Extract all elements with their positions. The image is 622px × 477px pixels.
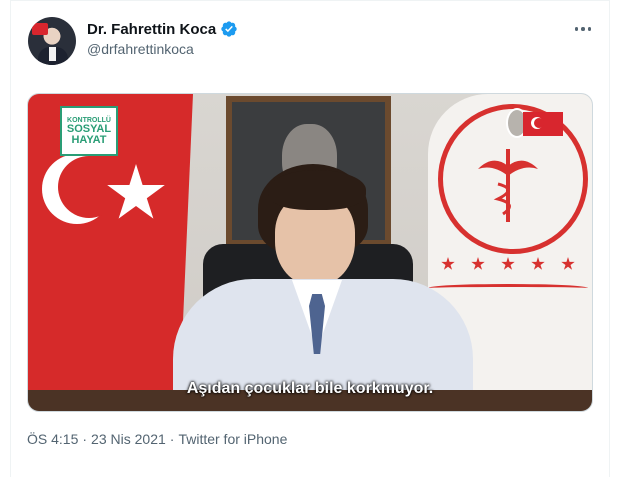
seal-wave bbox=[428, 284, 588, 292]
tweet-card: Dr. Fahrettin Koca @drfahrettinkoca KONT… bbox=[10, 0, 610, 477]
logo-line-3: HAYAT bbox=[71, 133, 107, 146]
meta-separator: · bbox=[169, 431, 175, 447]
seal-star bbox=[531, 257, 545, 270]
mini-turkish-flag bbox=[523, 112, 563, 136]
video-subtitle: Aşıdan çocuklar bile korkmuyor. bbox=[186, 380, 434, 397]
tweet-date[interactable]: 23 Nis 2021 bbox=[91, 431, 166, 447]
kontrollu-sosyal-hayat-logo: KONTROLLÜ SOSYAL HAYAT bbox=[60, 106, 118, 156]
author-name[interactable]: Dr. Fahrettin Koca bbox=[87, 21, 216, 38]
seal-stars bbox=[433, 249, 583, 279]
meta-separator: · bbox=[82, 431, 88, 447]
more-dot bbox=[587, 27, 592, 31]
seal-star bbox=[441, 257, 455, 270]
author-handle[interactable]: @drfahrettinkoca bbox=[87, 41, 194, 57]
more-dot bbox=[581, 27, 585, 31]
seal-star bbox=[561, 257, 575, 270]
author-avatar[interactable] bbox=[28, 17, 76, 65]
avatar-shirt bbox=[49, 47, 56, 61]
verified-badge-icon bbox=[221, 21, 237, 37]
tweet-source[interactable]: Twitter for iPhone bbox=[178, 431, 287, 447]
boy-fringe bbox=[268, 170, 366, 210]
more-dot bbox=[574, 27, 579, 31]
more-horizontal-icon[interactable] bbox=[571, 19, 595, 39]
avatar-flag bbox=[32, 23, 48, 35]
seal-star bbox=[471, 257, 485, 270]
tweet-time[interactable]: ÖS 4:15 bbox=[27, 431, 78, 447]
caduceus-icon bbox=[478, 149, 538, 222]
tweet-video[interactable]: KONTROLLÜ SOSYAL HAYAT Aşıdan çocuklar b… bbox=[27, 93, 593, 412]
tweet-meta: ÖS 4:15 · 23 Nis 2021 · Twitter for iPho… bbox=[27, 431, 287, 447]
seal-star bbox=[501, 257, 515, 270]
logo-line-2: SOSYAL bbox=[66, 122, 112, 135]
author-name-row: Dr. Fahrettin Koca bbox=[87, 20, 238, 38]
